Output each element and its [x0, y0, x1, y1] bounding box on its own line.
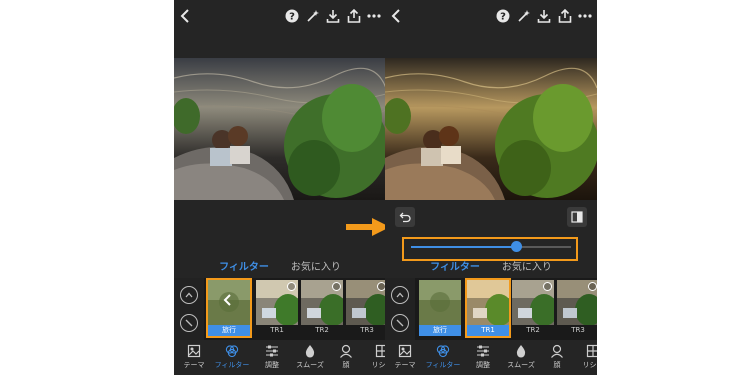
- drop-icon: [303, 344, 317, 358]
- nav-reshape[interactable]: リシェ: [575, 344, 597, 374]
- tab-filter[interactable]: フィルター: [430, 258, 480, 278]
- phone-screen-after: ? フィルター お気に入り 旅行 TR1 TR2 TR3 テーマ フィルター 調…: [385, 0, 597, 375]
- phone-screen-before: ? フィルター お気に入り 旅行 TR1 TR2 TR3 テーマ フィルター 調…: [174, 0, 386, 375]
- chevron-up-icon[interactable]: [391, 286, 409, 304]
- nav-face[interactable]: 顔: [539, 344, 575, 374]
- tab-filter[interactable]: フィルター: [219, 258, 269, 278]
- arrow-annotation: [346, 218, 390, 240]
- filter-thumb-label: TR3: [346, 325, 386, 336]
- drop-icon: [514, 344, 528, 358]
- svg-text:?: ?: [289, 12, 295, 23]
- magic-wand-icon[interactable]: [303, 6, 323, 26]
- nav-label: 調整: [476, 361, 490, 369]
- photo-preview-filtered: [385, 58, 597, 200]
- filter-icon: [436, 344, 450, 358]
- theme-icon: [187, 344, 201, 358]
- nav-label: リシェ: [582, 361, 598, 369]
- filter-thumb-tr3[interactable]: TR3: [346, 280, 386, 336]
- highlight-box: [206, 278, 252, 338]
- photo-preview: [174, 58, 386, 200]
- filter-thumb-tr1[interactable]: TR1: [256, 280, 298, 336]
- share-icon[interactable]: [555, 6, 575, 26]
- heart-icon[interactable]: [287, 282, 296, 291]
- filter-thumb-label: 旅行: [419, 325, 461, 336]
- more-icon[interactable]: [575, 6, 595, 26]
- heart-icon[interactable]: [543, 282, 552, 291]
- adjust-icon: [476, 344, 490, 358]
- nav-label: 顔: [342, 361, 350, 369]
- filter-strip: 旅行 TR1 TR2 TR3: [174, 278, 386, 340]
- tool-row: [385, 200, 597, 261]
- nav-label: テーマ: [394, 361, 416, 369]
- face-icon: [339, 344, 353, 358]
- filter-thumb-travel[interactable]: 旅行: [419, 280, 461, 336]
- nav-adjust[interactable]: 調整: [465, 344, 501, 374]
- top-bar: ?: [174, 0, 386, 32]
- nav-adjust[interactable]: 調整: [254, 344, 290, 374]
- theme-icon: [398, 344, 412, 358]
- face-icon: [550, 344, 564, 358]
- filter-side-controls: [385, 278, 415, 340]
- help-icon[interactable]: ?: [493, 6, 513, 26]
- compare-icon[interactable]: [567, 207, 587, 227]
- more-icon[interactable]: [364, 6, 384, 26]
- heart-icon[interactable]: [332, 282, 341, 291]
- filter-tabs: フィルター お気に入り: [385, 258, 597, 278]
- nav-face[interactable]: 顔: [328, 344, 364, 374]
- no-filter-icon[interactable]: [391, 314, 409, 332]
- filter-thumb-tr3[interactable]: TR3: [557, 280, 597, 336]
- filter-tabs: フィルター お気に入り: [174, 258, 386, 278]
- back-icon[interactable]: [176, 6, 196, 26]
- nav-theme[interactable]: テーマ: [387, 344, 423, 374]
- help-icon[interactable]: ?: [282, 6, 302, 26]
- filter-icon: [225, 344, 239, 358]
- filter-thumb-tr2[interactable]: TR2: [512, 280, 554, 336]
- tab-favorites[interactable]: お気に入り: [291, 258, 341, 278]
- bottom-nav: テーマ フィルター 調整 スムーズ 顔 リシェ: [174, 340, 386, 375]
- filter-thumb-label: TR2: [512, 325, 554, 336]
- heart-icon[interactable]: [588, 282, 597, 291]
- top-bar: ?: [385, 0, 597, 32]
- nav-label: スムーズ: [507, 361, 535, 369]
- no-filter-icon[interactable]: [180, 314, 198, 332]
- nav-smooth[interactable]: スムーズ: [292, 344, 328, 374]
- undo-icon[interactable]: [395, 207, 415, 227]
- nav-reshape[interactable]: リシェ: [364, 344, 386, 374]
- svg-text:?: ?: [500, 12, 506, 23]
- nav-label: フィルター: [214, 361, 250, 369]
- filter-thumb-tr2[interactable]: TR2: [301, 280, 343, 336]
- tab-favorites[interactable]: お気に入り: [502, 258, 552, 278]
- nav-label: リシェ: [371, 361, 387, 369]
- nav-label: テーマ: [183, 361, 205, 369]
- filter-thumb-label: TR3: [557, 325, 597, 336]
- nav-label: 顔: [553, 361, 561, 369]
- share-icon[interactable]: [344, 6, 364, 26]
- nav-filter[interactable]: フィルター: [425, 344, 461, 374]
- chevron-up-icon[interactable]: [180, 286, 198, 304]
- filter-strip: 旅行 TR1 TR2 TR3: [385, 278, 597, 340]
- nav-smooth[interactable]: スムーズ: [503, 344, 539, 374]
- magic-wand-icon[interactable]: [514, 6, 534, 26]
- back-icon[interactable]: [387, 6, 407, 26]
- nav-filter[interactable]: フィルター: [214, 344, 250, 374]
- download-icon[interactable]: [323, 6, 343, 26]
- adjust-icon: [265, 344, 279, 358]
- download-icon[interactable]: [534, 6, 554, 26]
- bottom-nav: テーマ フィルター 調整 スムーズ 顔 リシェ: [385, 340, 597, 375]
- filter-thumb-label: TR1: [256, 325, 298, 336]
- nav-theme[interactable]: テーマ: [176, 344, 212, 374]
- nav-label: フィルター: [425, 361, 461, 369]
- filter-thumb-label: TR2: [301, 325, 343, 336]
- nav-label: 調整: [265, 361, 279, 369]
- filter-side-controls: [174, 278, 204, 340]
- reshape-icon: [586, 344, 597, 358]
- nav-label: スムーズ: [296, 361, 324, 369]
- highlight-box: [465, 278, 511, 338]
